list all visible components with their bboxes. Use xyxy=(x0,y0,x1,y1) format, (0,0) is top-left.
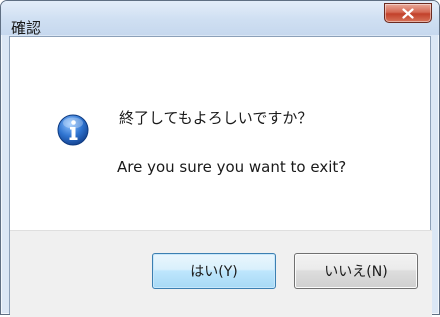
message-text-english: Are you sure you want to exit? xyxy=(117,158,347,176)
title-bar[interactable]: 確認 xyxy=(1,1,439,37)
no-button[interactable]: いいえ(N) xyxy=(294,253,418,289)
confirm-dialog: 確認 終了してもよろしいですか？ Are you sure you want t… xyxy=(0,0,440,317)
info-icon xyxy=(57,114,89,146)
close-icon xyxy=(402,8,414,19)
close-button[interactable] xyxy=(384,3,432,23)
message-text: 終了してもよろしいですか？ xyxy=(119,109,313,127)
dialog-title: 確認 xyxy=(11,19,42,37)
yes-button[interactable]: はい(Y) xyxy=(152,253,276,289)
